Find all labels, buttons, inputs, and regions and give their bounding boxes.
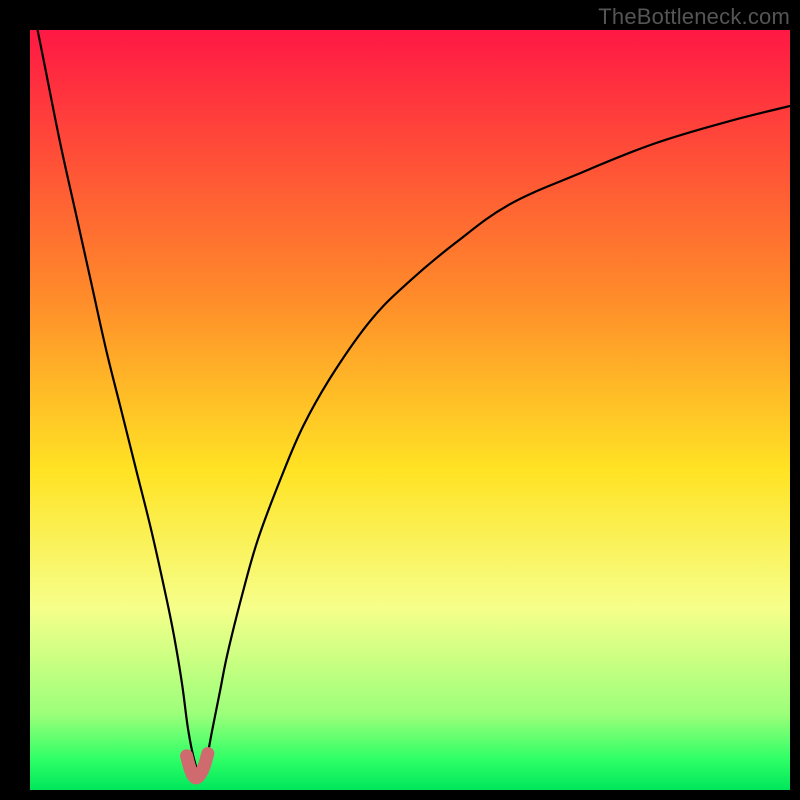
gradient-background [30, 30, 790, 790]
watermark-text: TheBottleneck.com [598, 4, 790, 30]
chart-plot-area [30, 30, 790, 790]
chart-frame: TheBottleneck.com [0, 0, 800, 800]
bottleneck-chart [30, 30, 790, 790]
